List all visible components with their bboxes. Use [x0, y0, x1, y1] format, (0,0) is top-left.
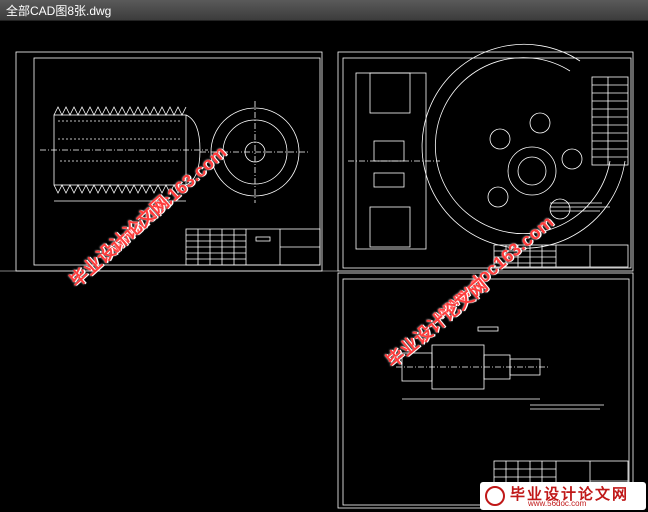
sheet-worm-shaft [15, 51, 323, 272]
logo-mark-icon [485, 486, 505, 506]
sheet-output-shaft [337, 272, 634, 509]
window-title: 全部CAD图8张.dwg [6, 4, 112, 18]
logo-url: www.56doc.com [528, 499, 587, 508]
title-bar: 全部CAD图8张.dwg [0, 0, 648, 21]
site-logo: 毕业设计论文网 www.56doc.com [480, 482, 646, 510]
sheet-worm-gear [337, 43, 634, 272]
